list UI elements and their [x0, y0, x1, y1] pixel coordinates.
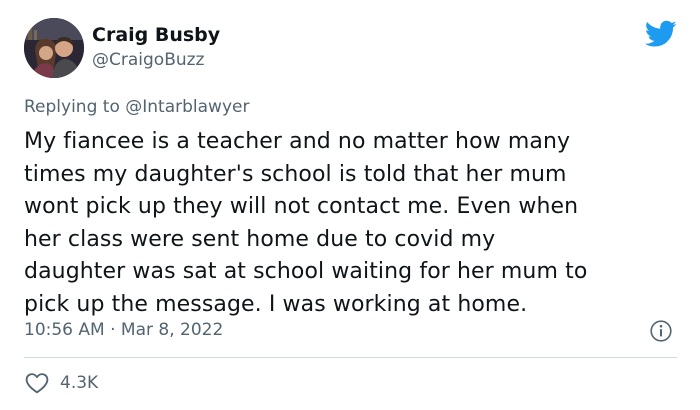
- info-icon[interactable]: [650, 320, 672, 342]
- replying-prefix: Replying to: [24, 97, 120, 117]
- like-count: 4.3K: [60, 373, 99, 393]
- replying-to-mention[interactable]: @Intarblawyer: [125, 97, 249, 117]
- tweet-text: My fiancee is a teacher and no matter ho…: [24, 126, 684, 321]
- tweet-text-line: wont pick up they will not contact me. E…: [24, 194, 579, 219]
- twitter-bird-icon[interactable]: [644, 20, 677, 48]
- tweet-text-line: My fiancee is a teacher and no matter ho…: [24, 129, 571, 154]
- avatar[interactable]: [24, 18, 84, 78]
- tweet-text-line: pick up the message. I was working at ho…: [24, 291, 528, 317]
- tweet-text-line: daughter was sat at school waiting for h…: [24, 259, 588, 284]
- tweet-timestamp[interactable]: 10:56 AM · Mar 8, 2022: [24, 318, 223, 342]
- replying-to: Replying to @Intarblawyer: [24, 95, 249, 119]
- avatar-photo: [24, 18, 84, 78]
- divider: [24, 357, 677, 358]
- tweet-card: Craig Busby @CraigoBuzz Replying to @Int…: [0, 0, 700, 410]
- heart-icon[interactable]: [24, 370, 50, 396]
- user-handle[interactable]: @CraigoBuzz: [92, 48, 204, 72]
- display-name[interactable]: Craig Busby: [92, 22, 220, 48]
- tweet-text-line: times my daughter's school is told that …: [24, 161, 567, 187]
- tweet-text-line: her class were sent home due to covid my: [24, 226, 496, 252]
- like-button[interactable]: 4.3K: [24, 370, 98, 396]
